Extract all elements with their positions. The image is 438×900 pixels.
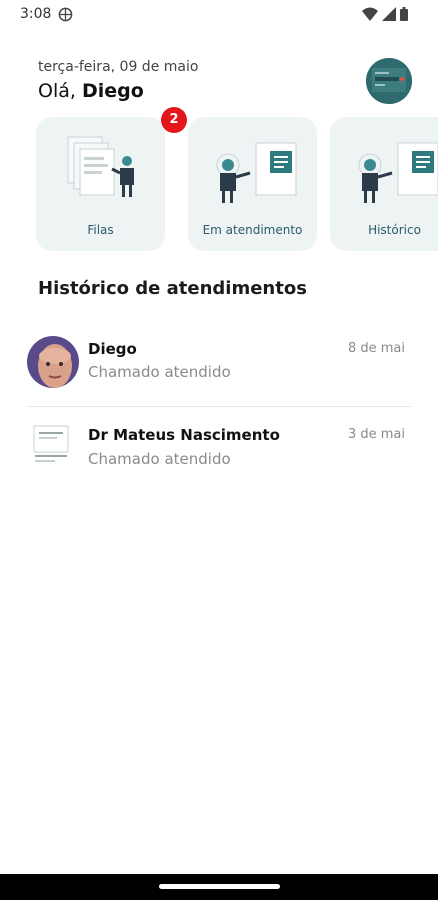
status-time: 3:08 bbox=[20, 6, 52, 22]
signal-icon bbox=[382, 7, 396, 21]
history-item-mateus[interactable]: Dr Mateus Nascimento Chamado atendido 3 … bbox=[27, 422, 411, 478]
battery-icon bbox=[400, 7, 408, 21]
history-item-date: 8 de mai bbox=[347, 341, 405, 356]
system-nav-bar bbox=[0, 874, 438, 900]
status-bar: 3:08 bbox=[0, 0, 438, 30]
wifi-icon bbox=[362, 7, 378, 21]
history-icon bbox=[358, 142, 438, 203]
section-title: Histórico de atendimentos bbox=[38, 278, 307, 299]
history-item-date: 3 de mai bbox=[347, 427, 405, 442]
profile-avatar-image bbox=[366, 58, 412, 104]
divider bbox=[27, 406, 411, 407]
current-date: terça-feira, 09 de maio bbox=[38, 59, 199, 75]
greeting-prefix: Olá, bbox=[38, 80, 76, 102]
history-item-status: Chamado atendido bbox=[88, 450, 231, 468]
card-filas-label: Filas bbox=[87, 223, 114, 237]
filas-count-badge: 2 bbox=[161, 107, 187, 133]
history-item-name: Dr Mateus Nascimento bbox=[88, 426, 280, 444]
card-em-atendimento-label: Em atendimento bbox=[202, 223, 303, 237]
greeting: Olá, Diego bbox=[38, 80, 144, 102]
attendance-icon bbox=[216, 142, 297, 203]
greeting-user-name: Diego bbox=[81, 80, 144, 102]
card-historico[interactable]: Histórico bbox=[330, 117, 438, 251]
queue-documents-icon bbox=[67, 136, 134, 197]
home-gesture-handle[interactable] bbox=[159, 884, 280, 889]
avatar bbox=[27, 422, 75, 472]
avatar bbox=[27, 336, 79, 388]
card-historico-label: Histórico bbox=[368, 223, 421, 237]
history-item-name: Diego bbox=[88, 340, 137, 358]
card-filas[interactable]: Filas bbox=[36, 117, 165, 251]
card-em-atendimento[interactable]: Em atendimento bbox=[188, 117, 317, 251]
vpn-globe-icon bbox=[58, 7, 73, 22]
history-item-status: Chamado atendido bbox=[88, 363, 231, 381]
history-item-diego[interactable]: Diego Chamado atendido 8 de mai bbox=[27, 336, 411, 392]
profile-avatar[interactable] bbox=[366, 58, 412, 104]
